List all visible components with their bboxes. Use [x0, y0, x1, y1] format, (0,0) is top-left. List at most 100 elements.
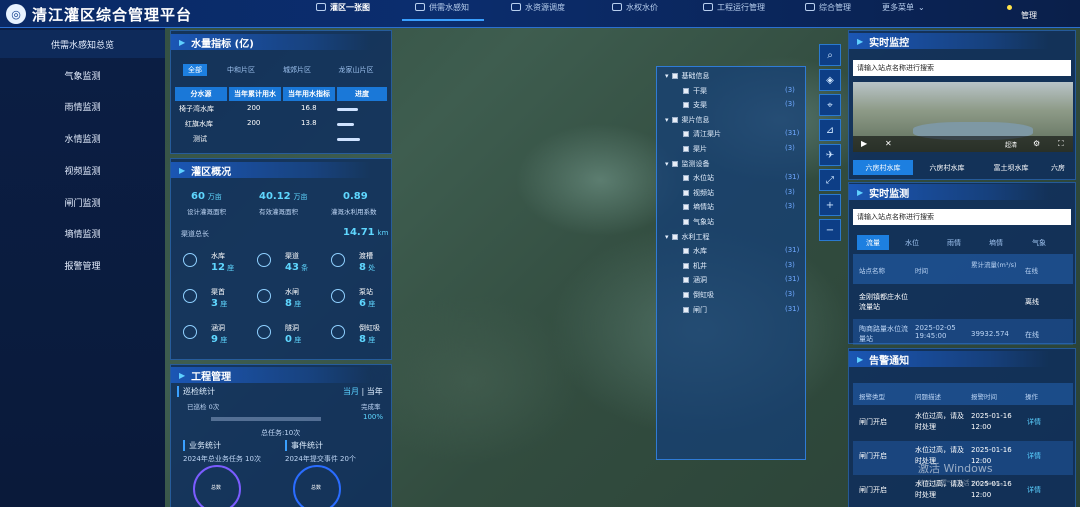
plane-icon[interactable]: ✈ [819, 144, 841, 166]
video-tab[interactable]: 六房村水库 [853, 160, 913, 175]
play-icon[interactable]: ▶ [861, 139, 867, 148]
checkbox[interactable] [683, 306, 689, 313]
video-search-input[interactable]: 请输入站点名称进行搜索 [853, 60, 1071, 76]
checkbox[interactable] [671, 73, 678, 79]
col-station: 站点名称 [859, 267, 885, 275]
tree-node[interactable]: 墒情站 [683, 202, 714, 212]
zoom-in-icon[interactable]: + [819, 194, 841, 216]
checkbox[interactable] [683, 146, 689, 152]
tree-node[interactable]: 闸门 [683, 305, 707, 315]
tab-chengjiao[interactable]: 城郊片区 [275, 64, 319, 76]
checkbox[interactable] [683, 204, 689, 211]
zoom-out-icon[interactable]: − [819, 219, 841, 241]
nav-general[interactable]: 综合管理 [805, 0, 851, 14]
sidebar-item-soil[interactable]: 墒情监测 [0, 219, 165, 247]
tree-node[interactable]: 视频站 [683, 188, 714, 198]
fullscreen-icon[interactable]: ⛶ [1058, 139, 1064, 149]
video-tab[interactable]: 六房 [1043, 160, 1073, 175]
caret-icon[interactable]: ▾ [665, 233, 669, 241]
nav-water-dispatch[interactable]: 水资源调度 [511, 0, 565, 14]
sidebar-item-overview[interactable]: 供需水感知总览 [0, 30, 165, 58]
checkbox[interactable] [683, 277, 689, 284]
monitor-tab-rain[interactable]: 雨情 [935, 235, 973, 250]
tab-all[interactable]: 全部 [183, 64, 207, 76]
caret-icon[interactable]: ▾ [665, 160, 669, 168]
tab-longjiashan[interactable]: 龙家山片区 [331, 64, 381, 76]
tree-node[interactable]: 干渠 [683, 86, 707, 96]
nav-water-rights[interactable]: 水权水价 [612, 0, 658, 14]
checkbox[interactable] [683, 87, 689, 94]
ring-label: 总数 [211, 485, 222, 491]
sidebar-item-rain[interactable]: 雨情监测 [0, 92, 165, 120]
tree-node[interactable]: 涵洞 [683, 275, 707, 285]
alarm-header-row [853, 383, 1073, 405]
user-name[interactable]: 管理 [1021, 10, 1037, 21]
nav-map-overview[interactable]: 灌区一张图 [316, 0, 370, 14]
tree-node[interactable]: 水位站 [683, 173, 714, 183]
search-icon[interactable]: ⌕ [819, 44, 841, 66]
mute-icon[interactable]: ✕ [885, 139, 892, 148]
period-year[interactable]: 当年 [367, 387, 383, 396]
sidebar-item-water[interactable]: 水情监测 [0, 124, 165, 152]
col-alarm-type: 报警类型 [859, 393, 885, 401]
monitor-icon [415, 3, 425, 11]
station-search-input[interactable]: 请输入站点名称进行搜索 [853, 209, 1071, 225]
nav-supply-demand[interactable]: 供需水感知 [415, 0, 469, 14]
caret-icon[interactable]: ▾ [665, 72, 669, 80]
layers-icon[interactable]: ◈ [819, 69, 841, 91]
sidebar-item-alarm[interactable]: 报警管理 [0, 251, 165, 279]
arrow-icon: ▶ [857, 354, 864, 364]
tree-node[interactable]: 清江渠片 [683, 129, 721, 139]
monitor-tab-level[interactable]: 水位 [893, 235, 931, 250]
fullscreen-icon[interactable]: ⤢ [819, 169, 841, 191]
alarm-detail-link[interactable]: 详情 [1027, 451, 1041, 461]
facility-label: 水库 [211, 252, 225, 260]
tree-node[interactable]: ▾ 水利工程 [665, 232, 710, 242]
tree-node[interactable]: ▾ 监测设备 [665, 159, 710, 169]
checkbox[interactable] [683, 219, 689, 225]
checkbox[interactable] [683, 175, 689, 182]
nav-label: 水权水价 [626, 2, 658, 12]
tree-node[interactable]: 支渠 [683, 100, 707, 110]
quality-selector[interactable]: 超清 [1005, 140, 1017, 149]
checkbox[interactable] [671, 160, 678, 167]
panel-title: ▶ 实时监测 [849, 184, 1049, 200]
monitor-tab-flow[interactable]: 流量 [857, 235, 889, 250]
tree-node[interactable]: 水库 [683, 246, 707, 256]
checkbox[interactable] [671, 233, 678, 240]
tree-node[interactable]: 渠片 [683, 144, 707, 154]
monitor-tab-weather[interactable]: 气象 [1019, 235, 1059, 250]
sidebar-item-weather[interactable]: 气象监测 [0, 61, 165, 89]
checkbox[interactable] [683, 262, 689, 269]
settings-icon[interactable]: ⚙ [1033, 139, 1040, 148]
checkbox[interactable] [683, 248, 689, 255]
checkbox[interactable] [671, 116, 678, 123]
caret-icon[interactable]: ▾ [665, 116, 669, 124]
checkbox[interactable] [683, 292, 689, 298]
tree-node[interactable]: 倒虹吸 [683, 290, 714, 300]
video-tab[interactable]: 富土坝水库 [981, 160, 1041, 175]
station-name: 金刚镇都庄水位流量站 [859, 293, 908, 311]
alarm-detail-link[interactable]: 详情 [1027, 485, 1041, 495]
ruler-icon[interactable]: ⊿ [819, 119, 841, 141]
tree-node[interactable]: ▾ 基础信息 [665, 71, 710, 81]
tree-node[interactable]: 机井 [683, 261, 707, 271]
nav-more[interactable]: 更多菜单 ⌄ [882, 0, 925, 14]
checkbox[interactable] [683, 131, 689, 138]
video-tab[interactable]: 六房村水库 [917, 160, 977, 175]
tab-zhonghe[interactable]: 中和片区 [221, 64, 261, 76]
location-icon[interactable]: ⌖ [819, 94, 841, 116]
facility-value: 8 座 [285, 298, 301, 309]
video-player[interactable]: ▶ ✕ 超清 ⚙ ⛶ [853, 82, 1073, 152]
sidebar-item-gate[interactable]: 闸门监测 [0, 188, 165, 216]
monitor-tab-soil[interactable]: 墒情 [977, 235, 1015, 250]
tree-node[interactable]: 气象站 [683, 217, 714, 227]
alarm-detail-link[interactable]: 详情 [1027, 417, 1041, 427]
stat-effective-area: 40.12 万亩 [259, 191, 308, 202]
sidebar-item-video[interactable]: 视频监测 [0, 156, 165, 184]
checkbox[interactable] [683, 102, 689, 109]
period-month[interactable]: 当月 [343, 387, 359, 396]
nav-engineering[interactable]: 工程运行管理 [703, 0, 765, 14]
checkbox[interactable] [683, 189, 689, 196]
tree-node[interactable]: ▾ 渠片信息 [665, 115, 710, 125]
